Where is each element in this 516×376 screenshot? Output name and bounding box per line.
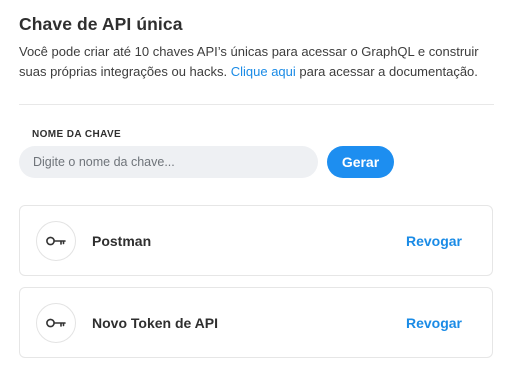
key-name-label: NOME DA CHAVE bbox=[32, 129, 122, 140]
revoke-button[interactable]: Revogar bbox=[406, 315, 462, 331]
token-name: Novo Token de API bbox=[92, 315, 219, 331]
section-title: Chave de API única bbox=[19, 14, 183, 34]
key-card-novo-token: Novo Token de API Revogar bbox=[19, 287, 493, 358]
revoke-button[interactable]: Revogar bbox=[406, 233, 462, 249]
section-description: Você pode criar até 10 chaves API’s únic… bbox=[19, 42, 499, 82]
key-icon bbox=[36, 221, 76, 261]
key-name-input[interactable] bbox=[19, 146, 318, 178]
generate-button[interactable]: Gerar bbox=[327, 146, 394, 178]
divider bbox=[19, 104, 494, 105]
token-name: Postman bbox=[92, 233, 152, 249]
key-card-postman: Postman Revogar bbox=[19, 205, 493, 276]
documentation-link[interactable]: Clique aqui bbox=[231, 64, 296, 79]
description-text-end: para acessar a documentação. bbox=[295, 64, 478, 79]
key-icon bbox=[36, 303, 76, 343]
